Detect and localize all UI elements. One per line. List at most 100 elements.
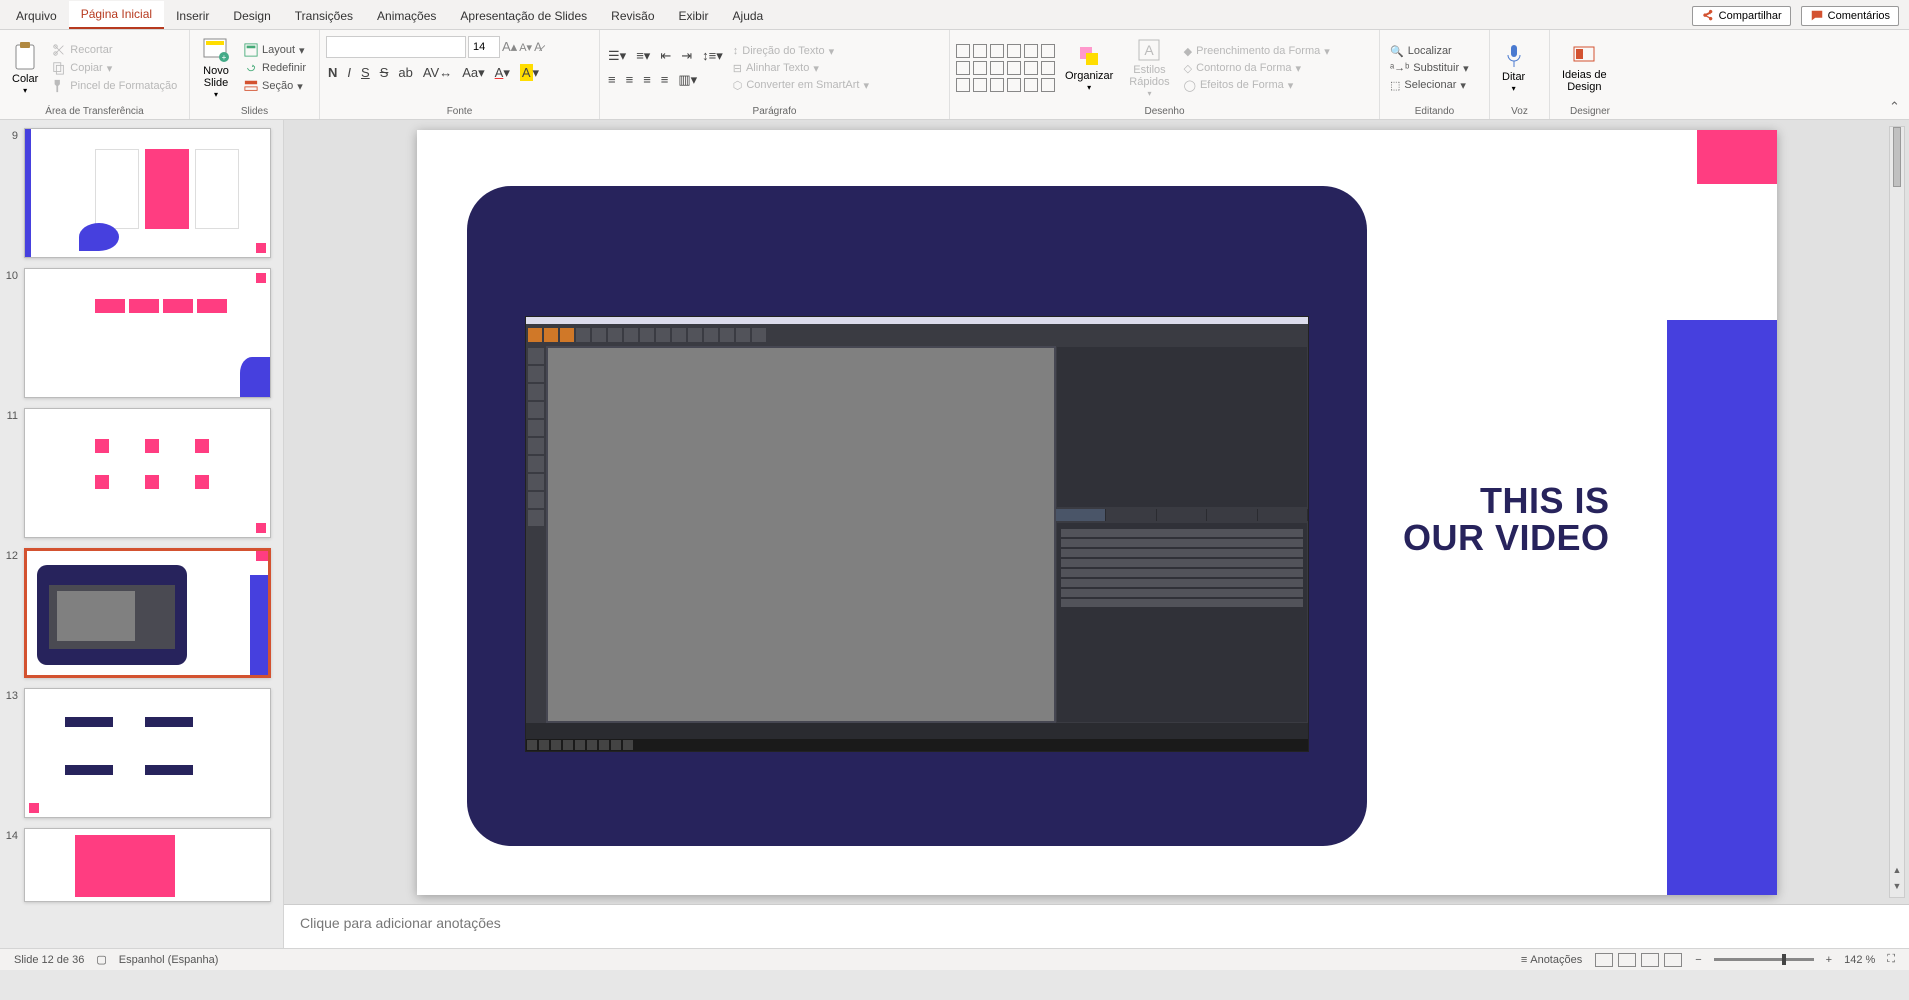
styles-icon: A xyxy=(1137,38,1161,62)
ribbon: Colar▾ Recortar Copiar ▾ Pincel de Forma… xyxy=(0,30,1909,120)
font-family-input[interactable] xyxy=(326,36,466,58)
copy-button[interactable]: Copiar ▾ xyxy=(48,60,181,76)
video-card-shape[interactable] xyxy=(467,186,1367,846)
align-right-button[interactable]: ≡ xyxy=(641,71,653,89)
tab-help[interactable]: Ajuda xyxy=(721,3,776,29)
sorter-view-icon[interactable] xyxy=(1618,953,1636,967)
fit-to-window-button[interactable]: ⛶ xyxy=(1881,953,1901,966)
columns-button[interactable]: ▥▾ xyxy=(676,71,699,89)
slide-canvas[interactable]: THIS IS OUR VIDEO xyxy=(284,120,1909,904)
grow-font-button[interactable]: A▴ xyxy=(502,39,517,55)
slide-thumbnails-panel[interactable]: 9 10 11 xyxy=(0,120,284,948)
indent-button[interactable]: ⇥ xyxy=(679,47,694,65)
thumbnail-current[interactable]: 12 xyxy=(0,548,271,678)
outdent-button[interactable]: ⇤ xyxy=(658,47,673,65)
tab-review[interactable]: Revisão xyxy=(599,3,666,29)
align-left-button[interactable]: ≡ xyxy=(606,71,618,89)
layout-button[interactable]: Layout ▾ xyxy=(240,42,310,58)
zoom-out-button[interactable]: − xyxy=(1689,954,1707,966)
copy-icon xyxy=(52,61,66,75)
italic-button[interactable]: I xyxy=(345,64,353,82)
numbers-button[interactable]: ≡▾ xyxy=(634,47,652,65)
normal-view-icon[interactable] xyxy=(1595,953,1613,967)
text-direction-button[interactable]: ↕ Direção do Texto ▾ xyxy=(729,44,873,59)
tab-transitions[interactable]: Transições xyxy=(283,3,365,29)
quick-styles-button[interactable]: A Estilos Rápidos▾ xyxy=(1123,34,1175,103)
tab-home[interactable]: Página Inicial xyxy=(69,1,164,29)
shadow-button[interactable]: ab xyxy=(396,64,414,82)
language-button[interactable]: Espanhol (Espanha) xyxy=(113,954,225,966)
video-title-text[interactable]: THIS IS OUR VIDEO xyxy=(1403,482,1610,558)
vertical-scrollbar[interactable]: ▲ ▼ xyxy=(1889,126,1905,898)
strike-button[interactable]: S xyxy=(378,64,391,82)
reset-button[interactable]: Redefinir xyxy=(240,60,310,76)
justify-button[interactable]: ≡ xyxy=(659,71,671,89)
highlight-button[interactable]: A▾ xyxy=(518,64,541,82)
spacing-button[interactable]: AV↔ xyxy=(421,64,454,82)
section-icon xyxy=(244,79,258,93)
collapse-ribbon-button[interactable]: ⌃ xyxy=(1889,99,1900,115)
notes-pane[interactable]: Clique para adicionar anotações xyxy=(284,904,1909,948)
status-bar: Slide 12 de 36 ▢ Espanhol (Espanha) ≡ An… xyxy=(0,948,1909,970)
tab-animations[interactable]: Animações xyxy=(365,3,448,29)
arrange-icon xyxy=(1077,44,1101,68)
paste-button[interactable]: Colar▾ xyxy=(6,37,44,100)
align-center-button[interactable]: ≡ xyxy=(624,71,636,89)
slides-group-label: Slides xyxy=(196,104,313,119)
reset-icon xyxy=(244,61,258,75)
tab-design[interactable]: Design xyxy=(221,3,282,29)
reading-view-icon[interactable] xyxy=(1641,953,1659,967)
shape-fill-button[interactable]: ◆ Preenchimento da Forma ▾ xyxy=(1180,44,1334,59)
slideshow-view-icon[interactable] xyxy=(1664,953,1682,967)
view-mode-buttons[interactable] xyxy=(1588,953,1689,967)
dictate-button[interactable]: Ditar▾ xyxy=(1496,39,1531,98)
zoom-level[interactable]: 142 % xyxy=(1838,954,1881,966)
thumbnail[interactable]: 9 xyxy=(0,128,271,258)
slide-counter[interactable]: Slide 12 de 36 xyxy=(8,954,90,966)
tab-slideshow[interactable]: Apresentação de Slides xyxy=(448,3,599,29)
replace-button[interactable]: ᵃ→ᵇ Substituir ▾ xyxy=(1386,61,1473,76)
select-button[interactable]: ⬚ Selecionar ▾ xyxy=(1386,78,1473,93)
font-color-button[interactable]: A▾ xyxy=(493,64,512,82)
share-button[interactable]: Compartilhar xyxy=(1692,6,1791,26)
shape-effects-button[interactable]: ◯ Efeitos de Forma ▾ xyxy=(1180,78,1334,93)
smartart-button[interactable]: ⬡ Converter em SmartArt ▾ xyxy=(729,78,873,93)
shape-outline-button[interactable]: ◇ Contorno da Forma ▾ xyxy=(1180,61,1334,76)
line-spacing-button[interactable]: ↕≡▾ xyxy=(700,47,725,65)
cut-button[interactable]: Recortar xyxy=(48,42,181,58)
zoom-in-button[interactable]: + xyxy=(1820,954,1838,966)
format-painter-button[interactable]: Pincel de Formatação xyxy=(48,78,181,94)
comments-button[interactable]: Comentários xyxy=(1801,6,1899,26)
find-button[interactable]: 🔍 Localizar xyxy=(1386,44,1473,59)
editing-group-label: Editando xyxy=(1386,104,1483,119)
bold-button[interactable]: N xyxy=(326,64,339,82)
section-button[interactable]: Seção ▾ xyxy=(240,78,310,94)
tab-file[interactable]: Arquivo xyxy=(4,3,69,29)
blue-bar-shape[interactable] xyxy=(1667,320,1777,895)
tab-insert[interactable]: Inserir xyxy=(164,3,221,29)
arrange-button[interactable]: Organizar▾ xyxy=(1059,40,1119,97)
layout-icon xyxy=(244,43,258,57)
pink-square-shape[interactable] xyxy=(1697,130,1777,184)
notes-toggle[interactable]: ≡ Anotações xyxy=(1515,954,1588,966)
new-slide-icon: + xyxy=(202,37,230,63)
clear-format-button[interactable]: A̷ xyxy=(534,40,542,54)
new-slide-button[interactable]: + Novo Slide▾ xyxy=(196,33,236,104)
tab-view[interactable]: Exibir xyxy=(667,3,721,29)
zoom-slider[interactable] xyxy=(1714,958,1814,961)
design-ideas-button[interactable]: Ideias de Design xyxy=(1556,39,1613,97)
align-text-button[interactable]: ⊟ Alinhar Texto ▾ xyxy=(729,61,873,76)
accessibility-icon[interactable]: ▢ xyxy=(90,953,112,966)
shapes-gallery[interactable] xyxy=(956,44,1055,92)
thumbnail[interactable]: 13 xyxy=(0,688,271,818)
case-button[interactable]: Aa▾ xyxy=(460,64,486,82)
thumbnail[interactable]: 14 xyxy=(0,828,271,902)
font-size-input[interactable] xyxy=(468,36,500,58)
thumbnail[interactable]: 11 xyxy=(0,408,271,538)
bullets-button[interactable]: ☰▾ xyxy=(606,47,628,65)
slide[interactable]: THIS IS OUR VIDEO xyxy=(417,130,1777,895)
underline-button[interactable]: S xyxy=(359,64,372,82)
embedded-video[interactable] xyxy=(525,316,1309,752)
thumbnail[interactable]: 10 xyxy=(0,268,271,398)
shrink-font-button[interactable]: A▾ xyxy=(519,41,532,54)
